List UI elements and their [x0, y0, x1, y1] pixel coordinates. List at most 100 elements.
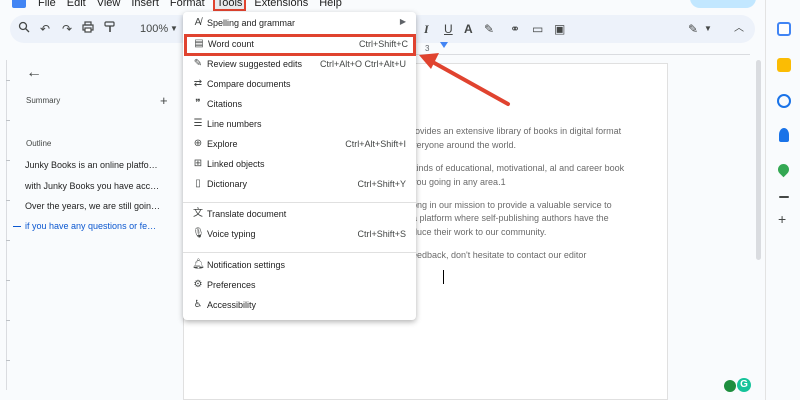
highlight-icon[interactable]: ✎	[484, 21, 494, 37]
add-summary-icon[interactable]: +	[160, 93, 168, 108]
menu-item-voice-typing[interactable]: 🎙︎ Voice typing Ctrl+Shift+S	[183, 225, 416, 245]
menu-item-review-edits[interactable]: ✎ Review suggested edits Ctrl+Alt+O Ctrl…	[183, 55, 416, 75]
share-button[interactable]	[690, 0, 756, 8]
review-edits-icon: ✎	[193, 58, 203, 69]
menu-separator	[183, 252, 416, 253]
outline-active-indicator	[13, 226, 21, 227]
edit-mode-icon[interactable]: ✎	[688, 21, 698, 37]
annotation-arrow	[419, 53, 510, 106]
contacts-icon[interactable]	[779, 128, 789, 142]
comment-icon[interactable]: ▭	[532, 21, 543, 37]
menu-insert[interactable]: Insert	[131, 0, 159, 9]
link-icon[interactable]: ⚭	[510, 21, 520, 37]
menu-item-compare[interactable]: ⇄ Compare documents	[183, 75, 416, 95]
menu-bar: File Edit View Insert Format Tools Exten…	[0, 0, 800, 12]
menu-item-line-numbers[interactable]: ☰ Line numbers	[183, 115, 416, 135]
paint-format-icon[interactable]	[104, 21, 116, 37]
document-text-line: kinds of educational, motivational, al a…	[412, 163, 625, 173]
zoom-select[interactable]: 100%	[140, 21, 168, 37]
menu-item-dictionary[interactable]: ▯ Dictionary Ctrl+Shift+Y	[183, 175, 416, 195]
chevron-up-icon[interactable]: ︿	[734, 21, 744, 37]
undo-icon[interactable]: ↶	[40, 21, 50, 37]
submenu-arrow-icon: ▶	[399, 17, 406, 26]
outline-label: Outline	[26, 139, 52, 148]
bell-icon: 🔔︎	[192, 259, 205, 270]
maps-icon[interactable]	[775, 161, 792, 178]
menu-tools[interactable]: Tools	[212, 0, 247, 11]
redo-icon[interactable]: ↷	[62, 21, 72, 37]
menu-item-label: Translate document	[207, 209, 287, 219]
translate-icon: 文	[193, 208, 203, 219]
menu-item-notification-settings[interactable]: 🔔︎ Notification settings	[183, 256, 416, 276]
microphone-icon: 🎙︎	[192, 228, 205, 239]
text-color-icon[interactable]: A	[464, 21, 473, 37]
outline-item-active[interactable]: if you have any questions or fe…	[25, 221, 165, 231]
menu-item-citations[interactable]: ❞ Citations	[183, 95, 416, 115]
summary-label: Summary	[26, 96, 61, 105]
docs-logo-icon[interactable]	[12, 0, 26, 8]
divider-icon	[779, 196, 789, 198]
accessibility-icon: ♿︎	[193, 299, 203, 310]
spellcheck-icon: A̸	[194, 17, 202, 28]
menu-item-label: Linked objects	[207, 159, 265, 169]
menu-item-shortcut: Ctrl+Alt+O Ctrl+Alt+U	[319, 59, 406, 69]
menu-item-label: Preferences	[207, 280, 256, 290]
chevron-down-icon[interactable]: ▼	[170, 21, 178, 37]
menu-item-linked-objects[interactable]: ⊞ Linked objects	[183, 155, 416, 175]
menu-item-preferences[interactable]: ⚙ Preferences	[183, 276, 416, 296]
outline-item[interactable]: Junky Books is an online platfo…	[25, 160, 165, 170]
image-icon[interactable]: ▣	[554, 21, 565, 37]
grammarly-icon[interactable]: G	[737, 378, 751, 392]
underline-icon[interactable]: U	[444, 21, 453, 37]
keep-icon[interactable]	[777, 58, 791, 72]
menu-view[interactable]: View	[97, 0, 121, 9]
outline-item[interactable]: with Junky Books you have acc…	[25, 181, 165, 191]
outline-item[interactable]: Over the years, we are still goin…	[25, 201, 165, 211]
extension-icon[interactable]	[724, 380, 736, 392]
word-count-icon: ▤	[194, 38, 204, 49]
menu-item-accessibility[interactable]: ♿︎ Accessibility	[183, 296, 416, 316]
document-text-line: duce their work to our community.	[412, 227, 547, 237]
menu-separator	[183, 202, 416, 203]
search-icon[interactable]	[18, 21, 30, 37]
explore-icon: ⊕	[193, 138, 203, 149]
menu-item-word-count[interactable]: ▤ Word count Ctrl+Shift+C	[184, 34, 416, 56]
quote-icon: ❞	[195, 98, 201, 109]
menu-format[interactable]: Format	[170, 0, 205, 9]
menu-item-spelling[interactable]: A̸ Spelling and grammar ▶	[183, 14, 416, 34]
menu-item-label: Review suggested edits	[207, 59, 303, 69]
menu-item-shortcut: Ctrl+Alt+Shift+I	[345, 139, 406, 149]
menu-extensions[interactable]: Extensions	[254, 0, 308, 9]
calendar-icon[interactable]	[777, 22, 791, 36]
tools-menu: A̸ Spelling and grammar ▶ ▤ Word count C…	[183, 12, 416, 320]
menu-edit[interactable]: Edit	[67, 0, 86, 9]
text-cursor	[443, 270, 444, 284]
back-arrow-icon[interactable]: ←	[26, 64, 42, 82]
preferences-icon: ⚙	[193, 279, 203, 290]
menu-item-shortcut: Ctrl+Shift+S	[357, 229, 406, 239]
menu-file[interactable]: File	[38, 0, 56, 9]
document-text-line: veryone around the world.	[412, 140, 517, 150]
italic-icon[interactable]: I	[424, 21, 429, 37]
tasks-icon[interactable]	[777, 94, 791, 108]
dictionary-icon: ▯	[195, 178, 201, 189]
scrollbar[interactable]	[756, 60, 761, 260]
chevron-down-icon[interactable]: ▼	[704, 21, 712, 37]
document-text-line: rovides an extensive library of books in…	[412, 126, 622, 136]
menu-item-explore[interactable]: ⊕ Explore Ctrl+Alt+Shift+I	[183, 135, 416, 155]
menu-items: File Edit View Insert Format Tools Exten…	[38, 0, 353, 11]
linked-objects-icon: ⊞	[193, 158, 203, 169]
document-text-line: ong in our mission to provide a valuable…	[412, 200, 612, 210]
print-icon[interactable]	[82, 21, 94, 37]
menu-item-shortcut: Ctrl+Shift+C	[358, 39, 408, 49]
add-icon[interactable]: +	[778, 212, 792, 226]
menu-item-label: Word count	[208, 39, 254, 49]
menu-item-label: Citations	[207, 99, 243, 109]
menu-item-label: Dictionary	[207, 179, 248, 189]
menu-help[interactable]: Help	[319, 0, 342, 9]
vertical-ruler	[6, 60, 10, 390]
menu-item-translate[interactable]: 文 Translate document	[183, 205, 416, 225]
side-panel: +	[765, 0, 800, 400]
document-text-line: a platform where self-publishing authors…	[412, 213, 609, 223]
menu-item-label: Voice typing	[207, 229, 256, 239]
